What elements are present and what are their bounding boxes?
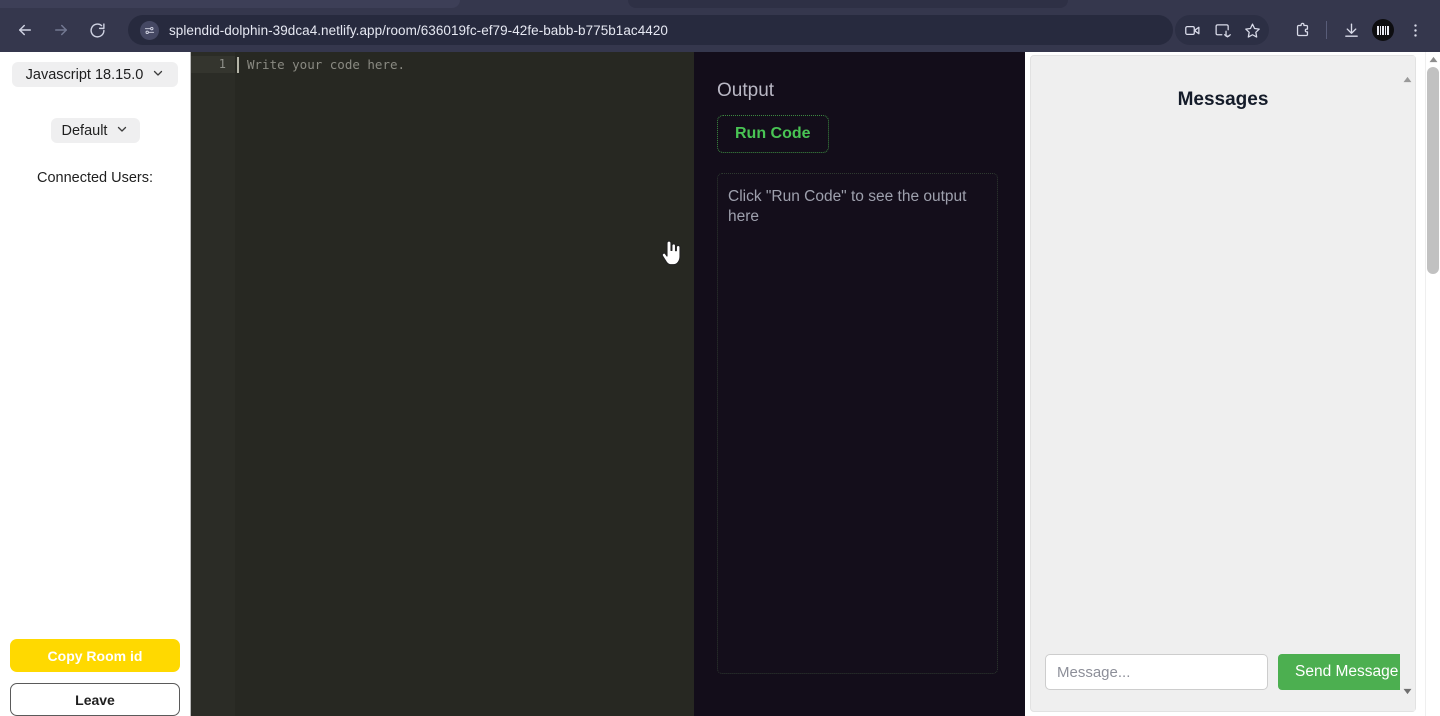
site-info-icon[interactable] [140, 20, 159, 40]
screen-share-icon[interactable] [1177, 15, 1207, 45]
cast-icon[interactable] [1207, 15, 1237, 45]
extensions-icon[interactable] [1287, 15, 1317, 45]
browser-toolbar: splendid-dolphin-39dca4.netlify.app/room… [0, 8, 1440, 52]
browser-menu-icon[interactable] [1400, 15, 1430, 45]
page-scroll-up-arrow-icon[interactable] [1426, 52, 1440, 67]
toolbar-actions [1175, 15, 1430, 45]
toolbar-divider [1326, 21, 1327, 39]
chat-outer: Messages Send Message [1025, 52, 1440, 716]
message-input[interactable] [1045, 654, 1268, 690]
chevron-down-icon [116, 123, 128, 139]
language-select-value: Javascript 18.15.0 [25, 66, 144, 83]
bookmark-star-icon[interactable] [1237, 15, 1267, 45]
editor-text-area[interactable]: Write your code here. [235, 52, 695, 716]
back-icon[interactable] [10, 15, 40, 45]
chat-title: Messages [1177, 89, 1269, 110]
browser-tab-background[interactable] [0, 0, 460, 8]
editor-placeholder: Write your code here. [247, 57, 406, 72]
output-panel: Output Run Code Click "Run Code" to see … [694, 52, 1025, 716]
theme-select-value: Default [61, 122, 108, 139]
browser-tab-active[interactable] [628, 0, 1068, 8]
chat-scrollbar[interactable] [1400, 56, 1415, 711]
code-editor[interactable]: 1 Write your code here. [190, 52, 695, 716]
address-bar[interactable]: splendid-dolphin-39dca4.netlify.app/room… [128, 15, 1173, 45]
language-select[interactable]: Javascript 18.15.0 [12, 62, 178, 87]
sidebar-bottom-actions: Copy Room id Leave [10, 639, 180, 716]
avatar-glyph [1377, 25, 1389, 35]
browser-tab-strip [0, 0, 1440, 8]
output-result-box[interactable]: Click "Run Code" to see the output here [717, 173, 998, 674]
connected-users-label: Connected Users: [36, 170, 154, 186]
theme-select[interactable]: Default [50, 118, 140, 143]
chevron-down-icon [152, 67, 164, 83]
sidebar: Javascript 18.15.0 Default Connected Use… [0, 52, 190, 716]
toolbar-action-pill [1175, 15, 1269, 45]
avatar[interactable] [1372, 19, 1394, 41]
page-scrollbar[interactable] [1425, 52, 1440, 716]
editor-line-number: 1 [218, 57, 226, 71]
run-code-button[interactable]: Run Code [717, 115, 829, 153]
scroll-up-arrow-icon[interactable] [1400, 72, 1415, 87]
chat-panel: Messages Send Message [1030, 55, 1416, 712]
output-title: Output [717, 80, 775, 101]
page-scrollbar-thumb[interactable] [1427, 67, 1439, 274]
leave-button[interactable]: Leave [10, 683, 180, 716]
editor-gutter: 1 [191, 52, 235, 716]
send-message-button[interactable]: Send Message [1278, 654, 1416, 690]
browser-chrome: splendid-dolphin-39dca4.netlify.app/room… [0, 0, 1440, 52]
forward-icon[interactable] [46, 15, 76, 45]
chat-input-row: Send Message [1031, 654, 1416, 711]
downloads-icon[interactable] [1336, 15, 1366, 45]
output-placeholder: Click "Run Code" to see the output here [728, 188, 967, 226]
url-text: splendid-dolphin-39dca4.netlify.app/room… [169, 22, 668, 38]
page-body: Javascript 18.15.0 Default Connected Use… [0, 52, 1440, 716]
copy-room-id-button[interactable]: Copy Room id [10, 639, 180, 672]
scroll-down-arrow-icon[interactable] [1400, 684, 1415, 699]
editor-caret [237, 57, 239, 73]
reload-icon[interactable] [82, 15, 112, 45]
chat-message-list [1031, 111, 1415, 654]
